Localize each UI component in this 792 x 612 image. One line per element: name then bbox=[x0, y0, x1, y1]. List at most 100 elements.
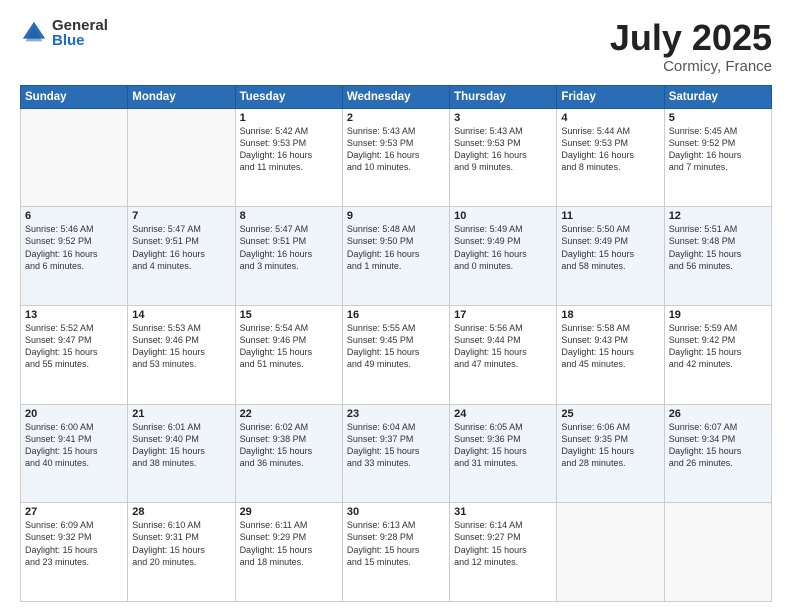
calendar-cell bbox=[128, 108, 235, 207]
day-info: Sunrise: 5:51 AM Sunset: 9:48 PM Dayligh… bbox=[669, 223, 767, 272]
calendar-cell: 2Sunrise: 5:43 AM Sunset: 9:53 PM Daylig… bbox=[342, 108, 449, 207]
day-info: Sunrise: 5:54 AM Sunset: 9:46 PM Dayligh… bbox=[240, 322, 338, 371]
day-number: 13 bbox=[25, 309, 123, 321]
calendar-cell: 29Sunrise: 6:11 AM Sunset: 9:29 PM Dayli… bbox=[235, 503, 342, 602]
day-info: Sunrise: 5:48 AM Sunset: 9:50 PM Dayligh… bbox=[347, 223, 445, 272]
calendar-cell: 28Sunrise: 6:10 AM Sunset: 9:31 PM Dayli… bbox=[128, 503, 235, 602]
calendar-cell: 22Sunrise: 6:02 AM Sunset: 9:38 PM Dayli… bbox=[235, 404, 342, 503]
day-number: 1 bbox=[240, 112, 338, 124]
calendar-cell: 20Sunrise: 6:00 AM Sunset: 9:41 PM Dayli… bbox=[21, 404, 128, 503]
calendar-cell: 12Sunrise: 5:51 AM Sunset: 9:48 PM Dayli… bbox=[664, 207, 771, 306]
logo-icon bbox=[20, 19, 48, 47]
day-number: 18 bbox=[561, 309, 659, 321]
logo-general: General bbox=[52, 18, 108, 33]
calendar-cell: 18Sunrise: 5:58 AM Sunset: 9:43 PM Dayli… bbox=[557, 305, 664, 404]
day-info: Sunrise: 6:10 AM Sunset: 9:31 PM Dayligh… bbox=[132, 519, 230, 568]
calendar-cell: 24Sunrise: 6:05 AM Sunset: 9:36 PM Dayli… bbox=[450, 404, 557, 503]
day-info: Sunrise: 5:56 AM Sunset: 9:44 PM Dayligh… bbox=[454, 322, 552, 371]
calendar-cell: 10Sunrise: 5:49 AM Sunset: 9:49 PM Dayli… bbox=[450, 207, 557, 306]
calendar-header-monday: Monday bbox=[128, 85, 235, 108]
calendar-cell: 30Sunrise: 6:13 AM Sunset: 9:28 PM Dayli… bbox=[342, 503, 449, 602]
day-info: Sunrise: 5:50 AM Sunset: 9:49 PM Dayligh… bbox=[561, 223, 659, 272]
day-info: Sunrise: 5:47 AM Sunset: 9:51 PM Dayligh… bbox=[132, 223, 230, 272]
day-number: 5 bbox=[669, 112, 767, 124]
day-info: Sunrise: 6:13 AM Sunset: 9:28 PM Dayligh… bbox=[347, 519, 445, 568]
day-number: 12 bbox=[669, 210, 767, 222]
day-info: Sunrise: 5:52 AM Sunset: 9:47 PM Dayligh… bbox=[25, 322, 123, 371]
calendar: SundayMondayTuesdayWednesdayThursdayFrid… bbox=[20, 85, 772, 602]
day-number: 17 bbox=[454, 309, 552, 321]
calendar-cell bbox=[664, 503, 771, 602]
calendar-cell: 1Sunrise: 5:42 AM Sunset: 9:53 PM Daylig… bbox=[235, 108, 342, 207]
day-info: Sunrise: 5:49 AM Sunset: 9:49 PM Dayligh… bbox=[454, 223, 552, 272]
day-number: 15 bbox=[240, 309, 338, 321]
day-info: Sunrise: 6:09 AM Sunset: 9:32 PM Dayligh… bbox=[25, 519, 123, 568]
day-number: 26 bbox=[669, 408, 767, 420]
day-info: Sunrise: 5:43 AM Sunset: 9:53 PM Dayligh… bbox=[454, 125, 552, 174]
day-info: Sunrise: 5:42 AM Sunset: 9:53 PM Dayligh… bbox=[240, 125, 338, 174]
day-number: 11 bbox=[561, 210, 659, 222]
day-info: Sunrise: 5:47 AM Sunset: 9:51 PM Dayligh… bbox=[240, 223, 338, 272]
page: General Blue July 2025 Cormicy, France S… bbox=[0, 0, 792, 612]
title-month: July 2025 bbox=[610, 18, 772, 58]
day-info: Sunrise: 6:02 AM Sunset: 9:38 PM Dayligh… bbox=[240, 421, 338, 470]
calendar-cell: 5Sunrise: 5:45 AM Sunset: 9:52 PM Daylig… bbox=[664, 108, 771, 207]
calendar-cell: 11Sunrise: 5:50 AM Sunset: 9:49 PM Dayli… bbox=[557, 207, 664, 306]
day-number: 23 bbox=[347, 408, 445, 420]
day-number: 3 bbox=[454, 112, 552, 124]
logo: General Blue bbox=[20, 18, 108, 48]
title-location: Cormicy, France bbox=[610, 58, 772, 75]
day-info: Sunrise: 6:04 AM Sunset: 9:37 PM Dayligh… bbox=[347, 421, 445, 470]
day-number: 9 bbox=[347, 210, 445, 222]
calendar-cell: 19Sunrise: 5:59 AM Sunset: 9:42 PM Dayli… bbox=[664, 305, 771, 404]
calendar-cell: 8Sunrise: 5:47 AM Sunset: 9:51 PM Daylig… bbox=[235, 207, 342, 306]
calendar-cell: 23Sunrise: 6:04 AM Sunset: 9:37 PM Dayli… bbox=[342, 404, 449, 503]
day-info: Sunrise: 6:07 AM Sunset: 9:34 PM Dayligh… bbox=[669, 421, 767, 470]
day-number: 24 bbox=[454, 408, 552, 420]
day-number: 4 bbox=[561, 112, 659, 124]
calendar-cell: 16Sunrise: 5:55 AM Sunset: 9:45 PM Dayli… bbox=[342, 305, 449, 404]
calendar-header-thursday: Thursday bbox=[450, 85, 557, 108]
day-number: 6 bbox=[25, 210, 123, 222]
logo-blue: Blue bbox=[52, 33, 108, 48]
calendar-week-2: 6Sunrise: 5:46 AM Sunset: 9:52 PM Daylig… bbox=[21, 207, 772, 306]
calendar-cell: 27Sunrise: 6:09 AM Sunset: 9:32 PM Dayli… bbox=[21, 503, 128, 602]
day-number: 10 bbox=[454, 210, 552, 222]
day-info: Sunrise: 5:55 AM Sunset: 9:45 PM Dayligh… bbox=[347, 322, 445, 371]
calendar-header-wednesday: Wednesday bbox=[342, 85, 449, 108]
calendar-cell: 14Sunrise: 5:53 AM Sunset: 9:46 PM Dayli… bbox=[128, 305, 235, 404]
day-info: Sunrise: 5:43 AM Sunset: 9:53 PM Dayligh… bbox=[347, 125, 445, 174]
calendar-header-tuesday: Tuesday bbox=[235, 85, 342, 108]
day-number: 16 bbox=[347, 309, 445, 321]
day-number: 28 bbox=[132, 506, 230, 518]
calendar-cell: 9Sunrise: 5:48 AM Sunset: 9:50 PM Daylig… bbox=[342, 207, 449, 306]
calendar-week-5: 27Sunrise: 6:09 AM Sunset: 9:32 PM Dayli… bbox=[21, 503, 772, 602]
day-number: 25 bbox=[561, 408, 659, 420]
calendar-cell: 21Sunrise: 6:01 AM Sunset: 9:40 PM Dayli… bbox=[128, 404, 235, 503]
day-info: Sunrise: 6:05 AM Sunset: 9:36 PM Dayligh… bbox=[454, 421, 552, 470]
day-number: 19 bbox=[669, 309, 767, 321]
day-info: Sunrise: 5:44 AM Sunset: 9:53 PM Dayligh… bbox=[561, 125, 659, 174]
calendar-week-4: 20Sunrise: 6:00 AM Sunset: 9:41 PM Dayli… bbox=[21, 404, 772, 503]
calendar-header-friday: Friday bbox=[557, 85, 664, 108]
day-info: Sunrise: 6:14 AM Sunset: 9:27 PM Dayligh… bbox=[454, 519, 552, 568]
calendar-header-row: SundayMondayTuesdayWednesdayThursdayFrid… bbox=[21, 85, 772, 108]
day-number: 27 bbox=[25, 506, 123, 518]
calendar-cell: 25Sunrise: 6:06 AM Sunset: 9:35 PM Dayli… bbox=[557, 404, 664, 503]
day-number: 21 bbox=[132, 408, 230, 420]
calendar-header-sunday: Sunday bbox=[21, 85, 128, 108]
day-number: 8 bbox=[240, 210, 338, 222]
calendar-header-saturday: Saturday bbox=[664, 85, 771, 108]
header: General Blue July 2025 Cormicy, France bbox=[20, 18, 772, 75]
calendar-week-1: 1Sunrise: 5:42 AM Sunset: 9:53 PM Daylig… bbox=[21, 108, 772, 207]
day-info: Sunrise: 5:46 AM Sunset: 9:52 PM Dayligh… bbox=[25, 223, 123, 272]
calendar-cell: 31Sunrise: 6:14 AM Sunset: 9:27 PM Dayli… bbox=[450, 503, 557, 602]
title-block: July 2025 Cormicy, France bbox=[610, 18, 772, 75]
calendar-cell: 6Sunrise: 5:46 AM Sunset: 9:52 PM Daylig… bbox=[21, 207, 128, 306]
day-number: 30 bbox=[347, 506, 445, 518]
day-number: 14 bbox=[132, 309, 230, 321]
day-number: 22 bbox=[240, 408, 338, 420]
day-info: Sunrise: 5:58 AM Sunset: 9:43 PM Dayligh… bbox=[561, 322, 659, 371]
day-info: Sunrise: 5:59 AM Sunset: 9:42 PM Dayligh… bbox=[669, 322, 767, 371]
day-number: 31 bbox=[454, 506, 552, 518]
